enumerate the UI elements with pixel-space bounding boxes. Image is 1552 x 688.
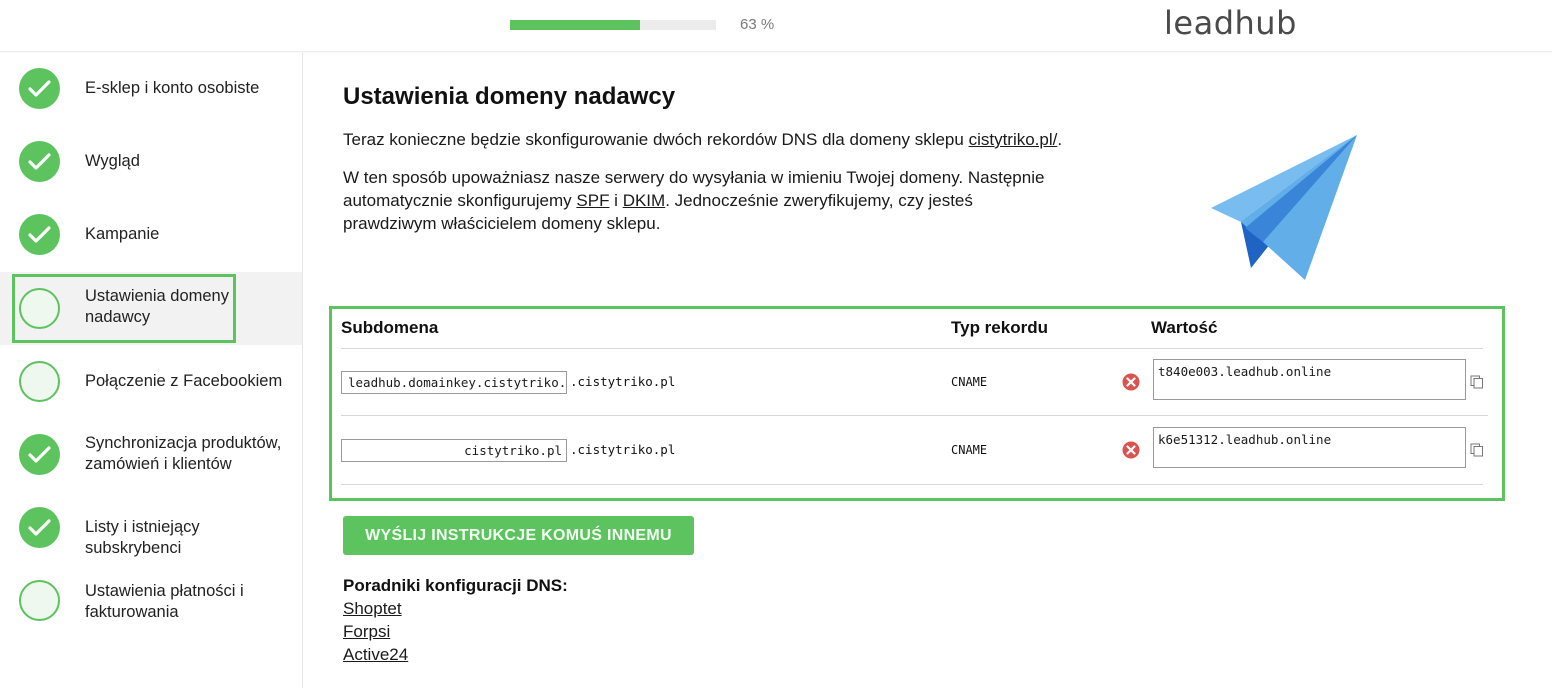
step-status-done-icon bbox=[19, 434, 60, 475]
step-lists[interactable]: Listy i istniejący subskrybenci bbox=[0, 491, 302, 564]
active-step-highlight bbox=[12, 274, 236, 343]
copy-icon[interactable] bbox=[1470, 443, 1484, 457]
table-divider bbox=[341, 484, 1483, 485]
step-label: Ustawienia płatności i fakturowania bbox=[85, 582, 244, 621]
spf-link[interactable]: SPF bbox=[576, 191, 609, 210]
step-label: Synchronizacja produktów, zamówień i kli… bbox=[85, 434, 282, 473]
steps-sidebar: E-sklep i konto osobiste Wygląd Kampanie… bbox=[0, 53, 303, 688]
shop-domain-link[interactable]: cistytriko.pl/ bbox=[969, 130, 1058, 149]
step-status-done-icon bbox=[19, 214, 60, 255]
step-status-done-icon bbox=[19, 141, 60, 182]
intro-text: Teraz konieczne będzie skonfigurowanie d… bbox=[343, 130, 1063, 149]
subdomain-input[interactable]: cistytriko.pl bbox=[341, 439, 567, 462]
record-type: CNAME bbox=[951, 375, 988, 389]
step-status-todo-icon bbox=[19, 361, 60, 402]
check-icon bbox=[28, 519, 51, 536]
progress-text: 63 % bbox=[740, 16, 775, 33]
send-instructions-button[interactable]: WYŚLIJ INSTRUKCJE KOMUŚ INNEMU bbox=[343, 516, 694, 555]
record-value-field[interactable]: t840e003.leadhub.online bbox=[1153, 359, 1466, 400]
step-label: E-sklep i konto osobiste bbox=[85, 79, 260, 97]
step-label: Połączenie z Facebookiem bbox=[85, 372, 283, 390]
check-icon bbox=[28, 226, 51, 243]
check-icon bbox=[28, 446, 51, 463]
leadhub-logo[interactable]: leadhub bbox=[1164, 4, 1297, 42]
check-icon bbox=[28, 80, 51, 97]
record-value-field[interactable]: k6e51312.leadhub.online bbox=[1153, 427, 1466, 468]
step-label: Wygląd bbox=[85, 152, 140, 170]
step-appearance[interactable]: Wygląd bbox=[0, 126, 302, 199]
step-eshop-account[interactable]: E-sklep i konto osobiste bbox=[0, 53, 302, 126]
guide-link-shoptet[interactable]: Shoptet bbox=[343, 599, 402, 619]
progress-bar bbox=[510, 20, 716, 30]
explanation-text: W ten sposób upoważniasz nasze serwery d… bbox=[343, 168, 1045, 233]
page-title: Ustawienia domeny nadawcy bbox=[343, 83, 676, 110]
column-header-type: Typ rekordu bbox=[951, 318, 1048, 337]
step-status-done-icon bbox=[19, 68, 60, 109]
guide-link-active24[interactable]: Active24 bbox=[343, 645, 408, 665]
dkim-link[interactable]: DKIM bbox=[623, 191, 666, 210]
step-status-todo-icon bbox=[19, 580, 60, 621]
dns-records-panel bbox=[329, 306, 1505, 501]
dns-guides-title: Poradniki konfiguracji DNS: bbox=[343, 576, 568, 595]
column-header-value: Wartość bbox=[1151, 318, 1218, 337]
step-label: Kampanie bbox=[85, 225, 160, 243]
error-x-icon bbox=[1122, 441, 1140, 459]
record-type: CNAME bbox=[951, 443, 988, 457]
step-status-done-icon bbox=[19, 507, 60, 548]
table-divider bbox=[341, 348, 1483, 349]
top-header: 63 % leadhub bbox=[0, 0, 1552, 52]
check-icon bbox=[28, 153, 51, 170]
guide-link-forpsi[interactable]: Forpsi bbox=[343, 622, 390, 642]
step-sync[interactable]: Synchronizacja produktów, zamówień i kli… bbox=[0, 418, 302, 491]
domain-suffix: .cistytriko.pl bbox=[570, 442, 676, 457]
step-campaigns[interactable]: Kampanie bbox=[0, 199, 302, 272]
step-billing[interactable]: Ustawienia płatności i fakturowania bbox=[0, 564, 302, 637]
subdomain-input[interactable]: leadhub.domainkey.cistytriko.pl bbox=[341, 371, 567, 394]
paper-plane-icon bbox=[1211, 135, 1357, 280]
table-divider bbox=[341, 415, 1488, 416]
column-header-subdomain: Subdomena bbox=[341, 318, 439, 337]
step-facebook[interactable]: Połączenie z Facebookiem bbox=[0, 345, 302, 418]
step-label: Listy i istniejący subskrybenci bbox=[85, 518, 200, 557]
copy-icon[interactable] bbox=[1470, 375, 1484, 389]
progress-bar-fill bbox=[510, 20, 640, 30]
error-x-icon bbox=[1122, 373, 1140, 391]
domain-suffix: .cistytriko.pl bbox=[570, 374, 676, 389]
